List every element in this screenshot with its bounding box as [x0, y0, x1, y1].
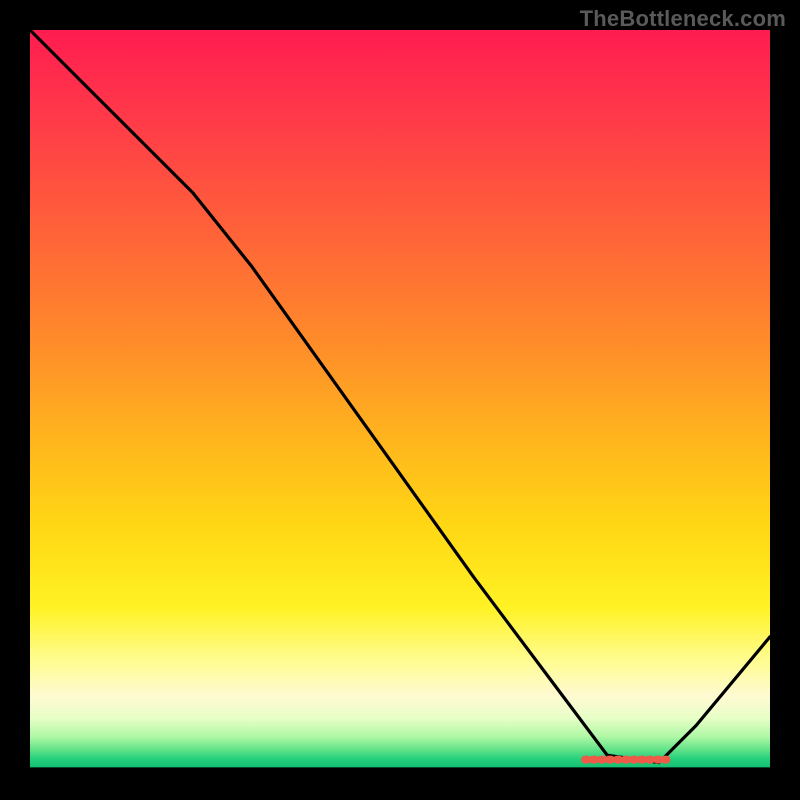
bottleneck-curve [30, 30, 770, 763]
plot-area [30, 30, 770, 770]
figure-root: TheBottleneck.com [0, 0, 800, 800]
chart-svg [30, 30, 770, 770]
watermark-text: TheBottleneck.com [580, 6, 786, 32]
